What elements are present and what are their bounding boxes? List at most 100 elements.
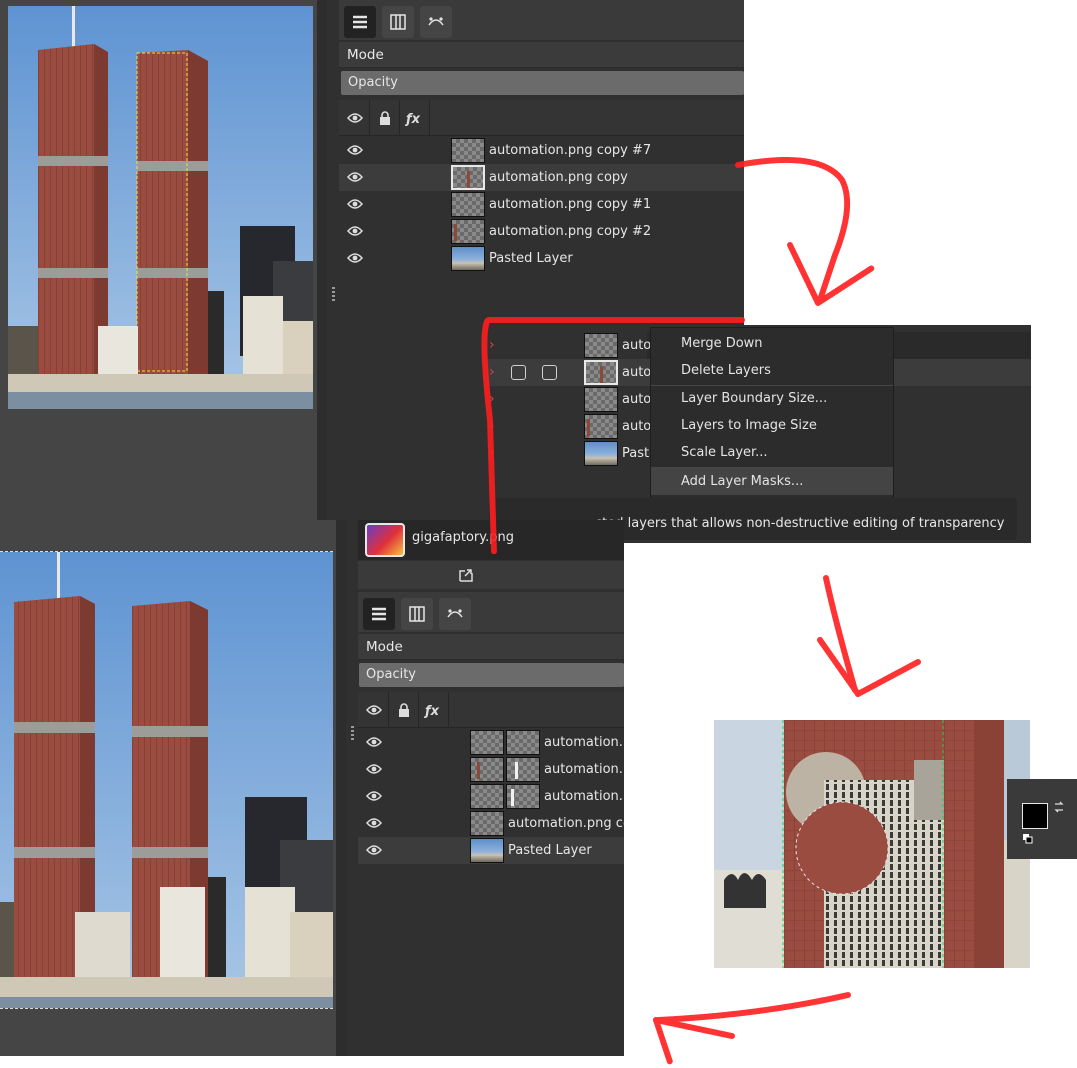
lock-checkbox[interactable] bbox=[542, 365, 557, 380]
tab-layers[interactable] bbox=[344, 6, 376, 38]
menu-item-delete-layers[interactable]: Delete Layers bbox=[651, 357, 893, 384]
default-colors-icon[interactable] bbox=[1022, 833, 1034, 845]
visibility-eye-icon[interactable] bbox=[366, 790, 382, 802]
panel-resize-grip[interactable] bbox=[332, 287, 335, 303]
mode-selector[interactable]: Mode bbox=[358, 634, 624, 660]
layer-thumbnail[interactable] bbox=[470, 757, 504, 782]
layer-thumbnail[interactable] bbox=[470, 811, 504, 836]
layer-row[interactable]: automation.p bbox=[358, 729, 624, 756]
menu-item-scale-layer[interactable]: Scale Layer... bbox=[651, 439, 893, 466]
menu-item-layer-boundary-size[interactable]: Layer Boundary Size... bbox=[651, 385, 893, 412]
panel-resize-grip[interactable] bbox=[351, 726, 354, 742]
layer-name[interactable]: automation.png co bbox=[508, 810, 624, 837]
layer-thumbnail[interactable] bbox=[451, 246, 485, 271]
visibility-eye-icon[interactable] bbox=[347, 198, 363, 210]
layer-thumbnail[interactable] bbox=[470, 784, 504, 809]
visibility-eye-icon[interactable] bbox=[347, 171, 363, 183]
effects-header-fx-icon[interactable]: ƒx bbox=[424, 701, 444, 719]
layer-thumbnail[interactable] bbox=[451, 192, 485, 217]
menu-item-layers-to-image-size[interactable]: Layers to Image Size bbox=[651, 412, 893, 439]
layer-row[interactable]: automation.png copy #2 bbox=[339, 218, 744, 245]
layer-thumbnail[interactable] bbox=[470, 730, 504, 755]
layer-name[interactable]: automation.p bbox=[544, 783, 624, 810]
layer-row[interactable]: automation.p bbox=[358, 783, 624, 810]
layer-thumbnail[interactable] bbox=[584, 414, 618, 439]
link-checkbox[interactable] bbox=[511, 365, 526, 380]
top-canvas-image[interactable] bbox=[8, 6, 313, 409]
swap-colors-icon[interactable] bbox=[1053, 801, 1065, 813]
layer-row[interactable]: automation.png copy #1 bbox=[339, 191, 744, 218]
bottom-canvas-image[interactable] bbox=[0, 551, 333, 1009]
layer-name-truncated[interactable]: Paste bbox=[622, 440, 652, 467]
layer-row[interactable]: automation.p bbox=[358, 756, 624, 783]
layer-name[interactable]: Pasted Layer bbox=[489, 245, 739, 272]
context-menu-snippet: › › › › › auto auto auto auto Paste Merg… bbox=[487, 325, 1031, 543]
visibility-eye-icon[interactable] bbox=[347, 252, 363, 264]
layer-row[interactable]: automation.png co bbox=[358, 810, 624, 837]
foreground-color[interactable] bbox=[1022, 803, 1048, 829]
layer-name[interactable]: automation.png copy #2 bbox=[489, 218, 739, 245]
tab-layers[interactable] bbox=[363, 598, 395, 630]
layer-thumbnail[interactable] bbox=[584, 360, 618, 385]
layer-name[interactable]: automation.png copy #7 bbox=[489, 137, 739, 164]
layer-row-selected[interactable]: automation.png copy bbox=[339, 164, 744, 191]
opacity-slider[interactable]: Opacity bbox=[341, 71, 744, 95]
arrow-down-middle bbox=[823, 575, 858, 693]
layers-list-header: ƒx bbox=[358, 692, 624, 728]
mode-selector[interactable]: Mode bbox=[339, 42, 744, 68]
layer-row[interactable]: Pasted Layer bbox=[339, 245, 744, 272]
zoomed-canvas[interactable] bbox=[714, 720, 1030, 968]
layer-name[interactable]: Pasted Layer bbox=[508, 837, 624, 864]
visibility-header-eye-icon[interactable] bbox=[345, 109, 365, 127]
effects-header-fx-icon[interactable]: ƒx bbox=[405, 109, 425, 127]
tab-channels[interactable] bbox=[382, 6, 414, 38]
layer-thumbnail[interactable] bbox=[451, 165, 485, 190]
layer-name[interactable]: automation.p bbox=[544, 729, 624, 756]
image-tab[interactable]: gigafaptory.png bbox=[358, 520, 624, 560]
expand-chevron-icon[interactable]: › bbox=[489, 418, 495, 434]
layer-thumbnail[interactable] bbox=[584, 333, 618, 358]
menu-item-add-layer-masks[interactable]: Add Layer Masks... bbox=[651, 468, 893, 495]
lock-header-icon[interactable] bbox=[375, 109, 395, 127]
zoomed-photo bbox=[714, 720, 1030, 968]
tab-paths[interactable] bbox=[439, 598, 471, 630]
expand-chevron-icon[interactable]: › bbox=[489, 364, 495, 380]
layer-row-selected[interactable]: Pasted Layer bbox=[358, 837, 624, 864]
visibility-eye-icon[interactable] bbox=[366, 736, 382, 748]
layer-name-truncated[interactable]: auto bbox=[622, 359, 652, 386]
visibility-eye-icon[interactable] bbox=[366, 844, 382, 856]
export-icon[interactable] bbox=[458, 567, 474, 583]
layer-thumbnail[interactable] bbox=[584, 387, 618, 412]
expand-chevron-icon[interactable]: › bbox=[489, 337, 495, 353]
layer-thumbnail[interactable] bbox=[451, 219, 485, 244]
opacity-slider[interactable]: Opacity bbox=[359, 663, 624, 687]
layer-mask-thumbnail[interactable] bbox=[506, 730, 540, 755]
visibility-eye-icon[interactable] bbox=[347, 225, 363, 237]
layer-name-truncated[interactable]: auto bbox=[622, 386, 652, 413]
expand-chevron-icon[interactable]: › bbox=[489, 445, 495, 461]
tab-channels[interactable] bbox=[401, 598, 433, 630]
layer-name[interactable]: automation.png copy bbox=[489, 164, 739, 191]
top-canvas-scrollbar[interactable] bbox=[317, 0, 327, 520]
visibility-eye-icon[interactable] bbox=[366, 817, 382, 829]
bottom-canvas-scrollbar[interactable] bbox=[336, 520, 346, 1056]
layer-name[interactable]: automation.png copy #1 bbox=[489, 191, 739, 218]
visibility-header-eye-icon[interactable] bbox=[364, 701, 384, 719]
layer-mask-thumbnail[interactable] bbox=[506, 784, 540, 809]
layer-thumbnail[interactable] bbox=[584, 441, 618, 466]
layer-row[interactable]: automation.png copy #7 bbox=[339, 137, 744, 164]
layer-name[interactable]: automation.p bbox=[544, 756, 624, 783]
expand-chevron-icon[interactable]: › bbox=[489, 391, 495, 407]
image-tab-name[interactable]: gigafaptory.png bbox=[412, 530, 514, 545]
visibility-eye-icon[interactable] bbox=[347, 144, 363, 156]
menu-item-merge-down[interactable]: Merge Down bbox=[651, 330, 893, 357]
layer-mask-thumbnail[interactable] bbox=[506, 757, 540, 782]
twin-towers-photo-bottom bbox=[0, 552, 333, 1008]
lock-header-icon[interactable] bbox=[394, 701, 414, 719]
tab-paths[interactable] bbox=[420, 6, 452, 38]
layer-name-truncated[interactable]: auto bbox=[622, 413, 652, 440]
layer-thumbnail[interactable] bbox=[451, 138, 485, 163]
layer-thumbnail[interactable] bbox=[470, 838, 504, 863]
layer-name-truncated[interactable]: auto bbox=[622, 332, 652, 359]
visibility-eye-icon[interactable] bbox=[366, 763, 382, 775]
